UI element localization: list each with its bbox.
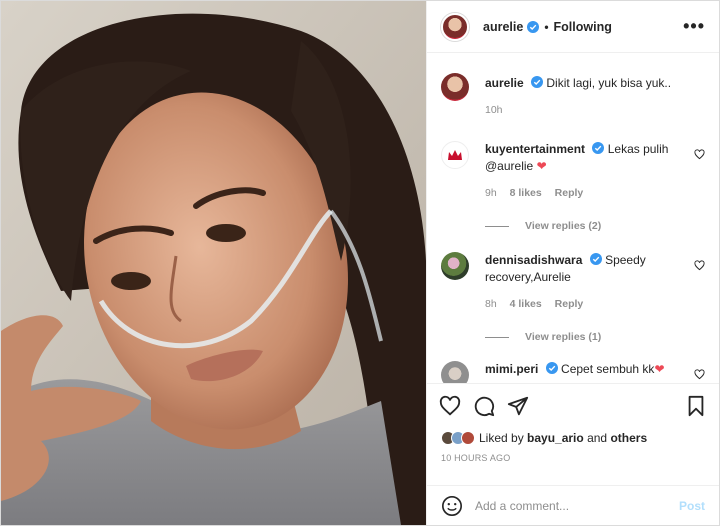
separator-dot: • (544, 19, 549, 34)
heart-icon[interactable] (439, 395, 461, 417)
view-replies-button[interactable]: View replies (1) (485, 331, 705, 343)
comment-username[interactable]: dennisadishwara (485, 253, 582, 267)
comment-text: Cepet sembuh kk (561, 362, 655, 376)
verified-badge-icon (531, 76, 544, 88)
comment-like-heart-icon[interactable] (694, 369, 705, 380)
replies-divider (485, 225, 509, 227)
comment-meta: 9h 8 likes Reply (485, 185, 687, 202)
liker-username[interactable]: bayu_ario (527, 431, 584, 445)
comment-item: dennisadishwara Speedy recovery,Aurelie … (441, 252, 705, 313)
comment-time[interactable]: 8h (485, 298, 497, 310)
liker-avatars[interactable] (441, 431, 475, 445)
red-heart-emoji: ❤ (536, 159, 547, 173)
likes-prefix: Liked by (479, 431, 528, 445)
view-replies-label: View replies (1) (525, 331, 602, 343)
share-icon[interactable] (507, 395, 529, 417)
add-comment-bar: Post (427, 485, 719, 525)
author-avatar[interactable] (441, 12, 469, 41)
verified-badge-icon (589, 253, 602, 265)
verified-badge-icon (545, 362, 558, 374)
verified-badge-icon (592, 142, 605, 154)
comment-likes[interactable]: 8 likes (510, 187, 542, 199)
comment-likes[interactable]: 4 likes (510, 298, 542, 310)
likes-summary: Liked by bayu_ario and others (427, 427, 719, 449)
post-photo[interactable] (1, 1, 426, 525)
comments-list[interactable]: aurelie Dikit lagi, yuk bisa yuk.. 10h k… (427, 53, 719, 383)
view-replies-label: View replies (2) (525, 220, 602, 232)
liker-avatar (461, 431, 475, 445)
post-timestamp[interactable]: 10 HOURS AGO (427, 449, 719, 471)
emoji-icon[interactable] (441, 495, 463, 517)
comment-avatar[interactable] (441, 141, 469, 169)
add-comment-input[interactable] (475, 498, 679, 513)
comment-username[interactable]: mimi.peri (485, 362, 538, 376)
post-comment-button[interactable]: Post (679, 499, 705, 513)
caption-username[interactable]: aurelie (485, 76, 524, 90)
more-icon[interactable]: ••• (683, 16, 705, 37)
caption-time[interactable]: 10h (485, 104, 503, 116)
comment-time[interactable]: 9h (485, 187, 497, 199)
comment-item: mimi.peri Cepet sembuh kk❤ (441, 361, 705, 383)
comment-like-heart-icon[interactable] (694, 260, 705, 271)
comment-icon[interactable] (473, 395, 495, 417)
caption-avatar[interactable] (441, 73, 469, 101)
replies-divider (485, 336, 509, 338)
author-username[interactable]: aurelie (483, 20, 523, 34)
following-button[interactable]: Following (554, 20, 612, 34)
reply-button[interactable]: Reply (555, 298, 584, 310)
verified-badge-icon (527, 20, 540, 33)
view-replies-button[interactable]: View replies (2) (485, 220, 705, 232)
comment-avatar[interactable] (441, 252, 469, 280)
caption-text: Dikit lagi, yuk bisa yuk.. (546, 76, 672, 90)
instagram-post-modal: aurelie • Following ••• aurelie Dikit la… (0, 0, 720, 526)
crown-logo-icon (448, 150, 462, 160)
comment-item: kuyentertainment Lekas pulih @aurelie ❤ … (441, 141, 705, 202)
post-actions-bar (427, 383, 719, 427)
post-sidebar: aurelie • Following ••• aurelie Dikit la… (426, 1, 719, 525)
comment-meta: 8h 4 likes Reply (485, 296, 687, 313)
comment-username[interactable]: kuyentertainment (485, 142, 585, 156)
likes-others[interactable]: others (610, 431, 647, 445)
caption: aurelie Dikit lagi, yuk bisa yuk.. 10h (441, 73, 705, 119)
red-heart-emoji: ❤ (654, 362, 665, 376)
comment-avatar[interactable] (441, 361, 469, 383)
post-header: aurelie • Following ••• (427, 1, 719, 53)
reply-button[interactable]: Reply (555, 187, 584, 199)
comment-like-heart-icon[interactable] (694, 149, 705, 160)
selfie-image (1, 1, 426, 525)
caption-meta: 10h (485, 102, 687, 119)
likes-and: and (583, 431, 611, 445)
bookmark-icon[interactable] (685, 395, 707, 417)
